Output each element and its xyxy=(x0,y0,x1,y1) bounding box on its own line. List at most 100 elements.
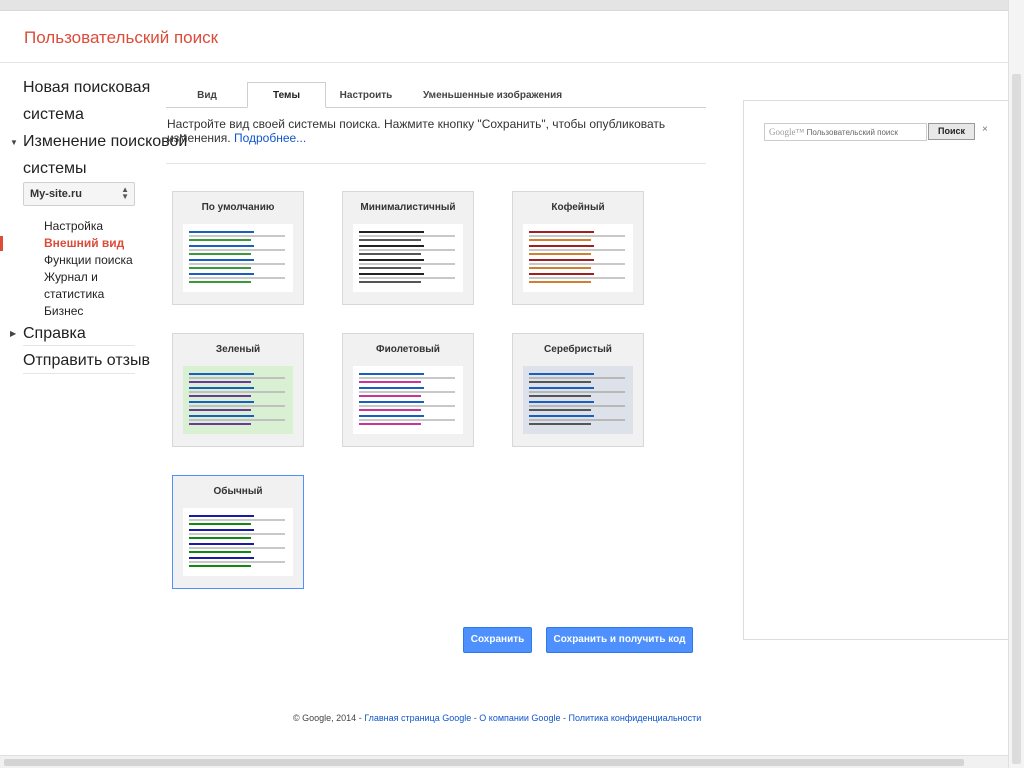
theme-preview-line xyxy=(529,391,625,393)
theme-card-label: Фиолетовый xyxy=(376,344,440,355)
description: Настройте вид своей системы поиска. Нажм… xyxy=(167,117,707,145)
theme-preview-line xyxy=(189,529,254,531)
theme-preview-line xyxy=(529,281,591,283)
tab-themes[interactable]: Темы xyxy=(247,82,326,108)
theme-preview-line xyxy=(359,391,455,393)
theme-preview-line xyxy=(529,405,625,407)
theme-preview-line xyxy=(359,405,455,407)
tab-view[interactable]: Вид xyxy=(170,84,244,108)
description-divider xyxy=(166,163,706,164)
sidebar-item-stats-line1[interactable]: Журнал и xyxy=(44,270,98,284)
learn-more-link[interactable]: Подробнее... xyxy=(234,131,306,145)
theme-preview-line xyxy=(189,277,285,279)
nav-edit-engine-line1[interactable]: Изменение поисковой xyxy=(23,133,187,151)
theme-preview-line xyxy=(529,387,594,389)
footer-link-about-google[interactable]: О компании Google xyxy=(479,713,560,723)
theme-preview-line xyxy=(189,395,251,397)
theme-preview-line xyxy=(529,277,625,279)
theme-card[interactable]: Серебристый xyxy=(512,333,644,447)
theme-preview-line xyxy=(529,259,594,261)
horizontal-scrollbar[interactable] xyxy=(0,755,1008,768)
theme-preview-line xyxy=(189,565,251,567)
theme-preview-line xyxy=(529,419,625,421)
theme-preview-line xyxy=(189,273,254,275)
sidebar-item-stats-line2[interactable]: статистика xyxy=(44,287,104,301)
theme-card[interactable]: Фиолетовый xyxy=(342,333,474,447)
theme-preview-line xyxy=(189,231,254,233)
theme-preview-line xyxy=(359,281,421,283)
theme-preview-line xyxy=(189,239,251,241)
site-select[interactable]: My-site.ru ▲ ▼ xyxy=(23,182,135,206)
theme-preview-line xyxy=(529,409,591,411)
theme-preview-line xyxy=(529,381,591,383)
save-button[interactable]: Сохранить xyxy=(463,627,532,653)
horizontal-scrollbar-thumb[interactable] xyxy=(4,759,964,766)
theme-card-label: Кофейный xyxy=(551,202,605,213)
theme-preview-line xyxy=(189,259,254,261)
sidebar-item-look[interactable]: Внешний вид xyxy=(44,236,124,250)
save-get-code-button[interactable]: Сохранить и получить код xyxy=(546,627,693,653)
theme-preview-line xyxy=(359,231,424,233)
expanded-arrow-icon[interactable]: ▼ xyxy=(10,138,18,147)
theme-preview-line xyxy=(359,245,424,247)
header-divider xyxy=(0,62,1008,63)
theme-preview-line xyxy=(529,231,594,233)
nav-new-engine-line1[interactable]: Новая поисковая xyxy=(23,79,150,97)
nav-feedback[interactable]: Отправить отзыв xyxy=(23,352,150,370)
theme-card[interactable]: По умолчанию xyxy=(172,191,304,305)
theme-preview-thumbnail xyxy=(353,366,463,434)
nav-new-engine-line2[interactable]: система xyxy=(23,106,84,124)
close-icon[interactable]: × xyxy=(982,124,988,135)
vertical-scrollbar[interactable] xyxy=(1008,0,1024,768)
theme-preview-line xyxy=(529,239,591,241)
theme-preview-line xyxy=(529,267,591,269)
preview-search-input[interactable]: Google™ Пользовательский поиск xyxy=(764,123,927,141)
theme-preview-line xyxy=(189,537,251,539)
vertical-scrollbar-thumb[interactable] xyxy=(1012,74,1021,764)
theme-preview-line xyxy=(189,523,251,525)
theme-preview-line xyxy=(529,377,625,379)
tab-customize[interactable]: Настроить xyxy=(329,84,403,108)
theme-preview-line xyxy=(189,387,254,389)
theme-preview-line xyxy=(359,381,421,383)
theme-preview-line xyxy=(359,249,455,251)
footer-link-privacy[interactable]: Политика конфиденциальности xyxy=(568,713,701,723)
theme-preview-line xyxy=(529,423,591,425)
collapsed-arrow-icon[interactable]: ▶ xyxy=(10,329,16,338)
theme-preview-line xyxy=(189,415,254,417)
theme-preview-line xyxy=(359,273,424,275)
theme-preview-line xyxy=(189,245,254,247)
theme-preview-line xyxy=(359,395,421,397)
nav-edit-engine-line2[interactable]: системы xyxy=(23,160,86,178)
theme-preview-line xyxy=(529,245,594,247)
description-line1: Настройте вид своей системы поиска. Нажм… xyxy=(167,117,666,131)
theme-card[interactable]: Обычный xyxy=(172,475,304,589)
theme-card[interactable]: Кофейный xyxy=(512,191,644,305)
sidebar-item-search-features[interactable]: Функции поиска xyxy=(44,253,133,267)
site-select-value: My-site.ru xyxy=(30,188,82,200)
theme-preview-line xyxy=(189,561,285,563)
theme-preview-line xyxy=(189,423,251,425)
theme-preview-line xyxy=(189,401,254,403)
theme-preview-line xyxy=(359,377,455,379)
nav-help[interactable]: Справка xyxy=(23,325,86,343)
footer: © Google, 2014 - Главная страница Google… xyxy=(293,713,701,723)
theme-preview-line xyxy=(189,377,285,379)
theme-card-label: По умолчанию xyxy=(201,202,275,213)
theme-preview-line xyxy=(189,391,285,393)
preview-search-button[interactable]: Поиск xyxy=(928,123,975,140)
sidebar-item-business[interactable]: Бизнес xyxy=(44,304,83,318)
theme-preview-line xyxy=(189,235,285,237)
theme-preview-line xyxy=(359,267,421,269)
theme-preview-line xyxy=(529,415,594,417)
theme-card[interactable]: Минималистичный xyxy=(342,191,474,305)
theme-card[interactable]: Зеленый xyxy=(172,333,304,447)
theme-preview-line xyxy=(189,547,285,549)
theme-preview-line xyxy=(189,405,285,407)
sidebar-item-setup[interactable]: Настройка xyxy=(44,219,103,233)
footer-link-google-home[interactable]: Главная страница Google xyxy=(364,713,471,723)
browser-top-bar xyxy=(0,0,1008,11)
theme-preview-line xyxy=(359,235,455,237)
theme-preview-line xyxy=(189,543,254,545)
tab-thumbnails[interactable]: Уменьшенные изображения xyxy=(410,84,575,108)
